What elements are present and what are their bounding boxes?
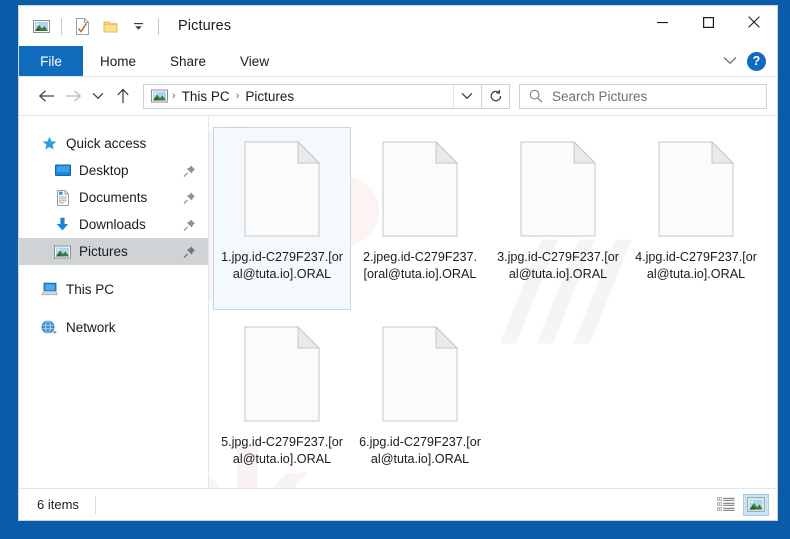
new-folder-icon[interactable]	[100, 16, 120, 36]
star-icon	[41, 135, 58, 152]
sidebar-item-downloads[interactable]: Downloads	[19, 211, 208, 238]
window-title: Pictures	[178, 18, 232, 34]
file-name: 1.jpg.id-C279F237.[oral@tuta.io].ORAL	[221, 250, 343, 281]
sidebar-item-label: Desktop	[79, 163, 129, 178]
sidebar-item-documents[interactable]: Documents	[19, 184, 208, 211]
sidebar-item-label: Downloads	[79, 217, 146, 232]
blank-file-icon	[382, 140, 459, 237]
pin-icon[interactable]	[183, 191, 196, 204]
sidebar-item-pictures[interactable]: Pictures	[19, 238, 208, 265]
blank-file-icon	[520, 140, 597, 237]
view-toggle-group	[713, 493, 769, 516]
page-background: Pictures File Home Share View ? › This P…	[0, 0, 790, 539]
file-tile[interactable]: 6.jpg.id-C279F237.[oral@tuta.io].ORAL	[351, 312, 489, 488]
blank-file-icon	[244, 325, 321, 422]
title-bar: Pictures	[19, 6, 777, 46]
tab-file[interactable]: File	[19, 46, 83, 76]
close-button[interactable]	[731, 6, 777, 38]
recent-locations-button[interactable]	[87, 83, 109, 109]
file-name: 3.jpg.id-C279F237.[oral@tuta.io].ORAL	[497, 250, 619, 281]
file-tile[interactable]: 5.jpg.id-C279F237.[oral@tuta.io].ORAL	[213, 312, 351, 488]
sidebar-item-label: Pictures	[79, 244, 128, 259]
file-tile[interactable]: 4.jpg.id-C279F237.[oral@tuta.io].ORAL	[627, 127, 765, 310]
file-name: 2.jpeg.id-C279F237.[oral@tuta.io].ORAL	[362, 250, 478, 281]
blank-file-icon	[658, 140, 735, 237]
address-dropdown-icon[interactable]	[453, 84, 479, 108]
address-bar: › This PC › Pictures Search Pictures	[19, 77, 777, 116]
tab-view[interactable]: View	[223, 46, 286, 76]
sidebar-item-label: Quick access	[66, 136, 147, 151]
sidebar-item-network[interactable]: Network	[19, 314, 208, 341]
file-name: 4.jpg.id-C279F237.[oral@tuta.io].ORAL	[635, 250, 757, 281]
search-placeholder: Search Pictures	[552, 88, 648, 104]
file-tile[interactable]: 2.jpeg.id-C279F237.[oral@tuta.io].ORAL	[351, 127, 489, 310]
navigation-pane: Quick access Desktop Documents Downloads…	[19, 116, 209, 488]
sidebar-item-quick-access[interactable]: Quick access	[19, 130, 208, 157]
back-button[interactable]	[33, 83, 60, 109]
sidebar-item-this-pc[interactable]: This PC	[19, 276, 208, 303]
item-count-label: 6 items	[37, 497, 79, 512]
minimize-button[interactable]	[639, 6, 685, 38]
network-icon	[41, 319, 58, 336]
forward-button[interactable]	[60, 83, 87, 109]
tab-share[interactable]: Share	[153, 46, 223, 76]
qat-separator-1	[61, 17, 62, 35]
blank-file-icon	[382, 325, 459, 422]
up-button[interactable]	[109, 83, 136, 109]
documents-icon	[54, 189, 71, 206]
qat-separator-2	[158, 17, 159, 35]
properties-icon[interactable]	[72, 16, 92, 36]
customize-dropdown-icon[interactable]	[128, 16, 148, 36]
breadcrumb-this-pc[interactable]: This PC	[177, 89, 235, 104]
sidebar-item-label: Network	[66, 320, 116, 335]
pictures-folder-icon[interactable]	[31, 16, 51, 36]
window-controls	[639, 6, 777, 46]
sidebar-group-gap-2	[19, 303, 208, 314]
file-name: 6.jpg.id-C279F237.[oral@tuta.io].ORAL	[359, 435, 481, 466]
blank-file-icon	[244, 140, 321, 237]
search-input[interactable]: Search Pictures	[519, 83, 767, 109]
sidebar-item-label: This PC	[66, 282, 115, 297]
sidebar-item-label: Documents	[79, 190, 148, 205]
sidebar-group-gap-1	[19, 265, 208, 276]
status-bar: 6 items	[19, 488, 777, 520]
pin-icon[interactable]	[183, 245, 196, 258]
ribbon-tab-bar: File Home Share View ?	[19, 46, 777, 77]
file-tile[interactable]: 3.jpg.id-C279F237.[oral@tuta.io].ORAL	[489, 127, 627, 310]
this-pc-icon	[41, 281, 58, 298]
icon-grid: 1.jpg.id-C279F237.[oral@tuta.io].ORAL 2.…	[213, 127, 777, 488]
tab-home[interactable]: Home	[83, 46, 153, 76]
file-tile[interactable]: 1.jpg.id-C279F237.[oral@tuta.io].ORAL	[213, 127, 351, 310]
file-explorer-window: Pictures File Home Share View ? › This P…	[18, 5, 778, 521]
file-name: 5.jpg.id-C279F237.[oral@tuta.io].ORAL	[221, 435, 343, 466]
explorer-body: Quick access Desktop Documents Downloads…	[19, 116, 777, 488]
status-separator	[94, 495, 96, 514]
pin-icon[interactable]	[183, 164, 196, 177]
location-icon	[151, 89, 168, 103]
file-list-view[interactable]: /// risk 1.jpg.id-C279F237.[oral@tuta.io…	[209, 116, 777, 488]
address-field[interactable]: › This PC › Pictures	[143, 83, 482, 109]
chevron-down-icon[interactable]	[723, 52, 737, 70]
maximize-button[interactable]	[685, 6, 731, 38]
desktop-icon	[54, 162, 71, 179]
pin-icon[interactable]	[183, 218, 196, 231]
search-icon	[529, 89, 543, 103]
details-view-button[interactable]	[713, 494, 739, 516]
help-button[interactable]: ?	[747, 51, 766, 71]
pictures-icon	[54, 243, 71, 260]
quick-access-toolbar: Pictures	[19, 6, 231, 46]
breadcrumb-pictures[interactable]: Pictures	[240, 89, 299, 104]
refresh-button[interactable]	[482, 83, 510, 109]
large-icons-view-button[interactable]	[743, 493, 769, 516]
ribbon-right-controls: ?	[723, 46, 777, 76]
downloads-icon	[54, 216, 71, 233]
sidebar-item-desktop[interactable]: Desktop	[19, 157, 208, 184]
